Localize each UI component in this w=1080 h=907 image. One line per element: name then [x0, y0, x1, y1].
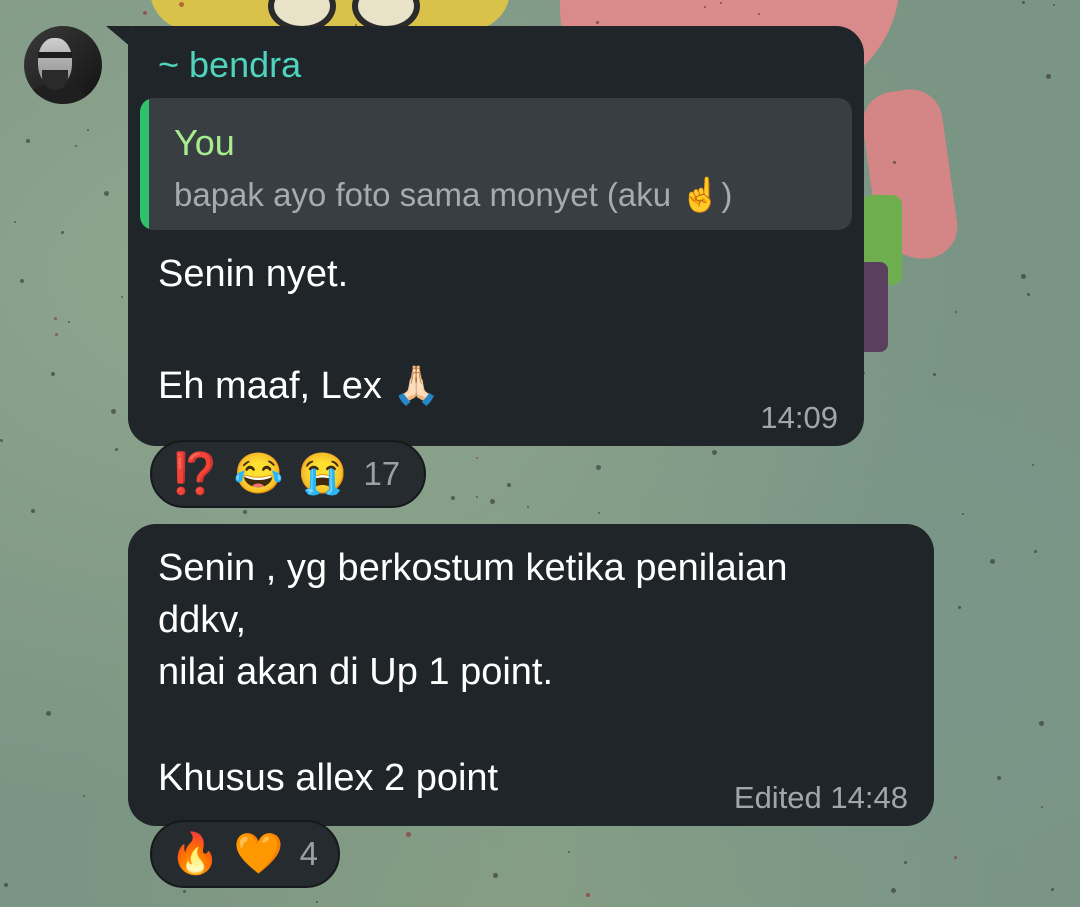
wallpaper-speck: [243, 510, 247, 514]
wallpaper-speck: [997, 776, 1001, 780]
reply-author: You: [174, 122, 235, 163]
reaction-fire[interactable]: 🔥: [170, 834, 220, 874]
message-line: Eh maaf, Lex 🙏🏻: [158, 365, 440, 407]
wallpaper-speck: [955, 311, 957, 313]
wallpaper-speck: [720, 2, 722, 4]
wallpaper-speck: [406, 832, 411, 837]
wallpaper-speck: [893, 161, 896, 164]
wallpaper-speck: [1021, 274, 1026, 279]
reply-quote[interactable]: You bapak ayo foto sama monyet (aku ☝️): [140, 98, 852, 230]
wallpaper-speck: [1039, 721, 1044, 726]
wallpaper-speck: [1027, 293, 1030, 296]
reactions-bar[interactable]: ⁉️ 😂 😭 17: [150, 440, 426, 508]
reaction-count: 17: [363, 455, 401, 492]
sender-name[interactable]: ~ bendra: [158, 44, 301, 86]
wallpaper-speck: [568, 851, 570, 853]
wallpaper-speck: [20, 279, 24, 283]
reaction-sob[interactable]: 😭: [298, 454, 348, 494]
wallpaper-speck: [1034, 550, 1037, 553]
message-bubble[interactable]: Senin , yg berkostum ketika penilaian dd…: [128, 524, 934, 826]
wallpaper-speck: [46, 711, 51, 716]
message-time: 14:09: [760, 400, 838, 435]
wallpaper-speck: [1022, 1, 1025, 4]
wallpaper-speck: [476, 457, 478, 459]
edited-label: Edited: [733, 780, 822, 815]
wallpaper-speck: [87, 129, 89, 131]
wallpaper-speck: [476, 496, 478, 498]
reactions-bar[interactable]: 🔥 🧡 4: [150, 820, 340, 888]
wallpaper-speck: [111, 409, 116, 414]
reaction-count: 4: [299, 835, 318, 872]
wallpaper-speck: [121, 296, 123, 298]
wallpaper-speck: [83, 795, 85, 797]
wallpaper-speck: [704, 6, 706, 8]
reply-quote-bar: [140, 98, 149, 230]
wallpaper-speck: [490, 499, 495, 504]
wallpaper-speck: [4, 883, 8, 887]
wallpaper-speck: [933, 373, 936, 376]
sender-prefix: ~: [158, 44, 180, 85]
wallpaper-speck: [712, 450, 717, 455]
wallpaper-speck: [179, 2, 184, 7]
wallpaper-speck: [55, 333, 58, 336]
wallpaper-speck: [104, 191, 109, 196]
wallpaper-speck: [183, 890, 186, 893]
wallpaper-speck: [1046, 74, 1051, 79]
reaction-orange-heart[interactable]: 🧡: [234, 834, 284, 874]
wallpaper-speck: [1053, 4, 1055, 6]
sender-name-text: bendra: [189, 44, 302, 85]
wallpaper-speck: [527, 506, 529, 508]
message-bubble[interactable]: ~ bendra You bapak ayo foto sama monyet (…: [128, 26, 864, 446]
wallpaper-speck: [1041, 806, 1043, 808]
reaction-joy[interactable]: 😂: [234, 454, 284, 494]
wallpaper-speck: [1032, 464, 1034, 466]
wallpaper-speck: [990, 559, 995, 564]
wallpaper-speck: [904, 861, 907, 864]
wallpaper-speck: [61, 231, 64, 234]
reaction-interrobang[interactable]: ⁉️: [170, 454, 220, 494]
message-line: nilai akan di Up 1 point.: [158, 651, 554, 693]
wallpaper-speck: [31, 509, 35, 513]
wallpaper-speck: [586, 893, 590, 897]
sender-avatar[interactable]: [24, 26, 102, 104]
message-time: 14:48: [830, 780, 908, 815]
wallpaper-speck: [507, 483, 511, 487]
message-line: ddkv,: [158, 599, 247, 641]
wallpaper-speck: [954, 856, 957, 859]
wallpaper-speck: [0, 439, 3, 442]
wallpaper-speck: [51, 372, 55, 376]
wallpaper-speck: [54, 317, 57, 320]
wallpaper-speck: [316, 901, 318, 903]
wallpaper-speck: [891, 888, 896, 893]
wallpaper-speck: [1051, 888, 1054, 891]
wallpaper-speck: [14, 221, 16, 223]
message-line: Senin nyet.: [158, 253, 349, 295]
reply-text: bapak ayo foto sama monyet (aku ☝️): [174, 176, 733, 213]
message-line: Khusus allex 2 point: [158, 757, 499, 799]
wallpaper-speck: [26, 139, 30, 143]
wallpaper-speck: [115, 448, 118, 451]
wallpaper-speck: [596, 465, 601, 470]
wallpaper-speck: [758, 13, 760, 15]
wallpaper-speck: [596, 21, 599, 24]
wallpaper-speck: [143, 11, 147, 15]
wallpaper-speck: [68, 321, 70, 323]
wallpaper-speck: [75, 145, 77, 147]
wallpaper-speck: [598, 512, 600, 514]
message-time-row: Edited 14:48: [734, 780, 908, 816]
message-line: Senin , yg berkostum ketika penilaian: [158, 547, 788, 589]
avatar-glasses: [38, 52, 72, 58]
wallpaper-speck: [493, 873, 498, 878]
wallpaper-speck: [958, 606, 961, 609]
wallpaper-speck: [962, 513, 964, 515]
wallpaper-speck: [451, 496, 455, 500]
